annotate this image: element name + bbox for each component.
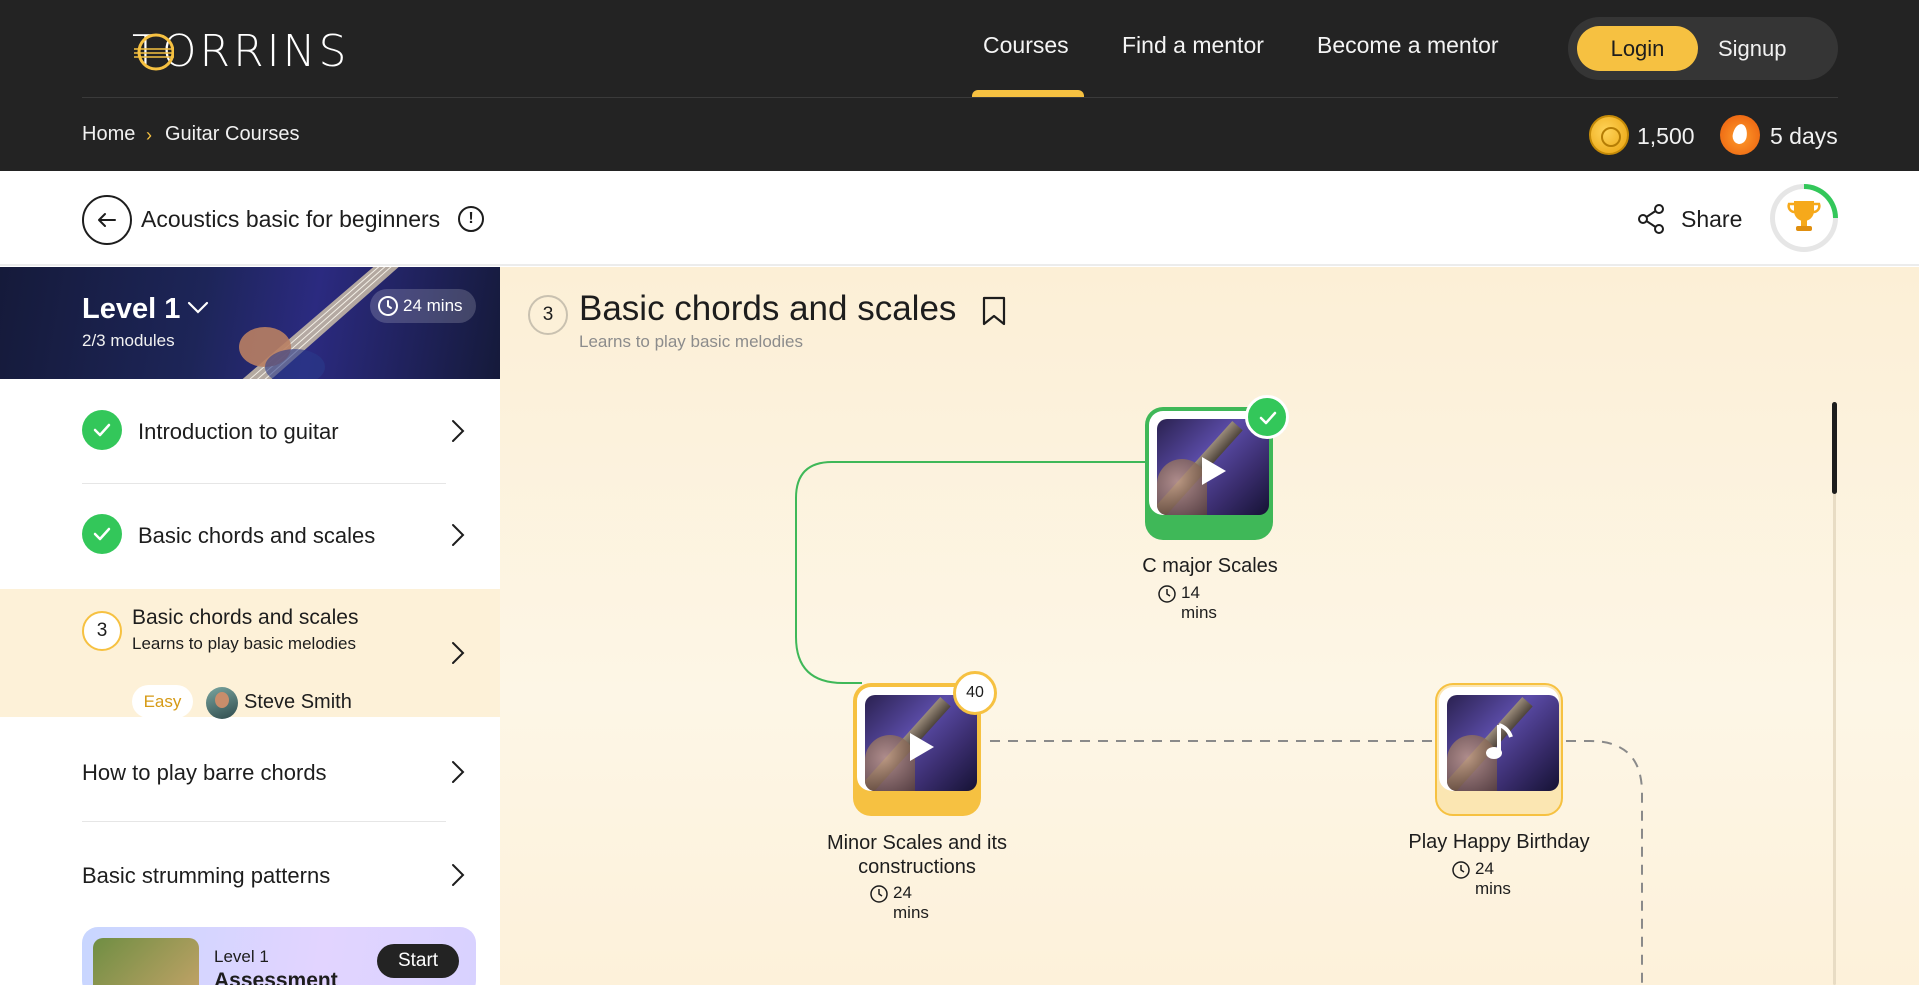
- lesson-title: C major Scales: [1142, 555, 1278, 577]
- nav-courses[interactable]: Courses: [983, 32, 1069, 59]
- score-badge: 40: [953, 671, 997, 715]
- arrow-left-icon: [98, 213, 116, 227]
- active-module-title: Basic chords and scales: [132, 606, 359, 629]
- sidebar-item-basic-chords-and-scales[interactable]: Basic chords and scales: [0, 483, 500, 587]
- module-path-canvas: 3 Basic chords and scales Learns to play…: [500, 267, 1919, 985]
- lesson-title: Minor Scales and its constructions: [826, 832, 1008, 878]
- share-icon[interactable]: [1637, 203, 1667, 235]
- chevron-right-icon: [452, 524, 465, 546]
- nav-find-a-mentor[interactable]: Find a mentor: [1122, 32, 1264, 59]
- check-circle-icon: [1245, 395, 1289, 439]
- assessment-card[interactable]: Level 1 Assessment Start: [82, 927, 476, 985]
- path-connectors: [795, 461, 1643, 985]
- lesson-duration-text: 14 mins: [1181, 583, 1217, 622]
- assessment-level: Level 1: [214, 947, 269, 966]
- module-sidebar: Level 1 2/3 modules 24 mins Introduction…: [0, 267, 507, 985]
- author-avatar: [206, 687, 238, 719]
- sidebar-item-label: Basic strumming patterns: [82, 863, 331, 888]
- info-icon[interactable]: !: [458, 206, 484, 232]
- start-assessment-button[interactable]: Start: [377, 944, 459, 978]
- chevron-down-icon[interactable]: [187, 301, 209, 315]
- share-button[interactable]: Share: [1681, 206, 1742, 233]
- coin-icon: [1589, 115, 1629, 155]
- guitar-banner-image: [239, 267, 399, 379]
- lesson-duration-text: 24 mins: [893, 883, 929, 922]
- lesson-thumbnail: [1447, 695, 1559, 791]
- clock-icon: [1452, 861, 1470, 879]
- sidebar-item-label: Introduction to guitar: [138, 419, 339, 444]
- course-progress-ring[interactable]: [1770, 184, 1838, 252]
- sidebar-item-active-module[interactable]: 3 Basic chords and scales Learns to play…: [0, 589, 507, 719]
- lesson-duration-text: 24 mins: [1475, 859, 1511, 898]
- breadcrumb-home[interactable]: Home: [82, 123, 135, 146]
- difficulty-badge: Easy: [132, 685, 193, 718]
- header-divider: [82, 97, 1838, 98]
- sidebar-item-how-to-play-barre-chords[interactable]: How to play barre chords: [0, 717, 500, 821]
- lesson-duration: 24 mins: [1452, 859, 1511, 899]
- login-button[interactable]: Login: [1577, 26, 1698, 71]
- lesson-tile: [1435, 683, 1563, 816]
- sidebar-item-label: How to play barre chords: [82, 760, 327, 785]
- lesson-title: Play Happy Birthday: [1408, 831, 1590, 853]
- streak-count: 5 days: [1770, 123, 1838, 149]
- check-circle-icon: [82, 410, 122, 450]
- clock-icon: [870, 885, 888, 903]
- lesson-duration: 14 mins: [1158, 583, 1217, 623]
- streak-fire-icon: [1720, 115, 1760, 155]
- assessment-thumbnail: [93, 938, 199, 985]
- sidebar-item-label: Basic chords and scales: [138, 523, 376, 548]
- sidebar-item-introduction-to-guitar[interactable]: Introduction to guitar: [0, 379, 500, 483]
- active-module-subtitle: Learns to play basic melodies: [132, 634, 356, 653]
- coins-count: 1,500: [1637, 123, 1695, 149]
- lesson-frame: [1439, 687, 1559, 791]
- lesson-duration: 24 mins: [870, 883, 929, 923]
- scrollbar-thumb[interactable]: [1832, 402, 1837, 494]
- level-duration: 24 mins: [403, 296, 463, 315]
- chevron-right-icon: [452, 761, 465, 783]
- sidebar-item-basic-strumming-patterns[interactable]: Basic strumming patterns: [0, 821, 500, 925]
- level-duration-badge: 24 mins: [370, 289, 476, 323]
- play-icon: [1202, 457, 1226, 485]
- nav-become-a-mentor[interactable]: Become a mentor: [1317, 32, 1499, 59]
- logo-ring-icon: [134, 33, 174, 71]
- level-modules-count: 2/3 modules: [82, 331, 175, 350]
- auth-switch: Login Signup: [1568, 17, 1838, 80]
- course-title: Acoustics basic for beginners: [141, 206, 441, 232]
- top-header: TORRINS Courses Find a mentor Become a m…: [0, 0, 1919, 171]
- play-icon: [910, 733, 934, 761]
- clock-icon: [378, 296, 398, 316]
- author-name: Steve Smith: [244, 691, 352, 713]
- back-button[interactable]: [82, 195, 132, 245]
- music-note-icon: [1486, 723, 1513, 759]
- clock-icon: [1158, 585, 1176, 603]
- chevron-right-icon: [452, 642, 465, 664]
- module-number-badge: 3: [82, 611, 122, 651]
- course-bar: Acoustics basic for beginners ! Share: [0, 171, 1919, 266]
- signup-button[interactable]: Signup: [1718, 26, 1787, 71]
- trophy-icon: [1787, 201, 1821, 231]
- assessment-title: Assessment: [214, 969, 338, 985]
- breadcrumb-guitar-courses[interactable]: Guitar Courses: [165, 123, 300, 146]
- level-banner[interactable]: Level 1 2/3 modules 24 mins: [0, 267, 500, 379]
- chevron-right-icon: [452, 420, 465, 442]
- level-title: Level 1: [82, 293, 181, 325]
- check-circle-icon: [82, 514, 122, 554]
- breadcrumb-chevron-icon: ›: [146, 125, 152, 145]
- brand-logo[interactable]: TORRINS: [132, 26, 349, 77]
- chevron-right-icon: [452, 864, 465, 886]
